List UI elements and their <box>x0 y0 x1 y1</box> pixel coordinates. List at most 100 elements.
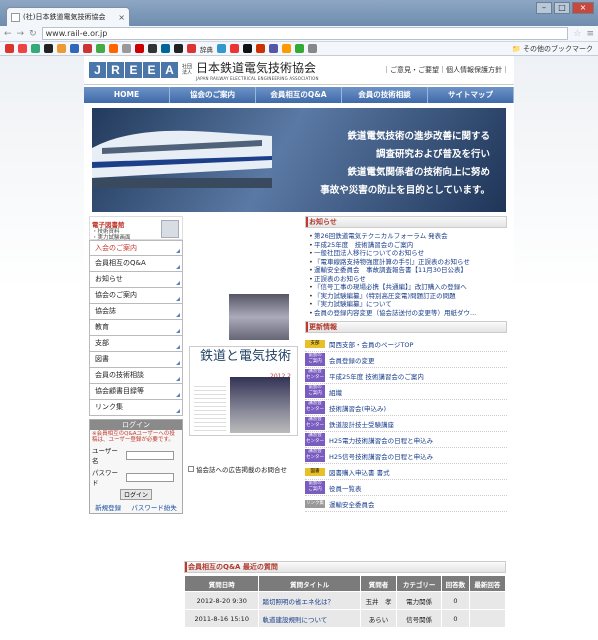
bookmark-icon[interactable] <box>187 44 196 53</box>
news-item[interactable]: 『信号工事の現場必携【共通編】』改訂購入の登録へ <box>309 283 507 292</box>
minimize-button[interactable]: – <box>536 2 552 14</box>
bookmark-icon[interactable] <box>96 44 105 53</box>
update-row[interactable]: 協会の ご案内 組織 <box>305 384 507 400</box>
forgot-password-link[interactable]: パスワード紛失 <box>131 502 177 512</box>
nav-qa[interactable]: 会員相互のQ&A <box>256 87 342 103</box>
site-header: J R E E A 社団 法人 日本鉄道電気技術協会 JAPAN RAILWAY… <box>84 56 514 85</box>
bookmark-icon[interactable] <box>174 44 183 53</box>
bookmark-icon[interactable] <box>256 44 265 53</box>
menu-item[interactable]: 教育 <box>89 320 183 336</box>
header-links[interactable]: ｜ご意見・ご要望｜個人情報保護方針｜ <box>383 65 509 75</box>
category-badge: 講習会 センター <box>305 401 325 414</box>
bookmark-icon[interactable] <box>243 44 252 53</box>
bookmark-icon[interactable] <box>161 44 170 53</box>
address-bar[interactable]: www.rail-e.or.jp <box>41 27 569 40</box>
menu-item[interactable]: 協会顧書目録等 <box>89 384 183 400</box>
update-row[interactable]: 協会の ご案内 役員一覧表 <box>305 480 507 496</box>
news-item[interactable]: 『電車線路支持物強度計算の手引』正誤表のお知らせ <box>309 258 507 267</box>
maximize-button[interactable]: □ <box>554 2 570 14</box>
login-button[interactable]: ログイン <box>119 489 152 500</box>
browser-tab[interactable]: (社)日本鉄道電気技術協会 × <box>6 7 130 26</box>
update-row[interactable]: 講習会 センター 鉄道設計技士受験講座 <box>305 416 507 432</box>
bookmark-icon[interactable] <box>31 44 40 53</box>
bookmark-icon[interactable] <box>122 44 131 53</box>
news-item[interactable]: 『実力試験編纂』(特別高圧変電)問題訂正の問題 <box>309 292 507 301</box>
close-icon[interactable]: × <box>118 13 125 22</box>
reload-icon[interactable]: ↻ <box>29 29 37 39</box>
url-text: www.rail-e.or.jp <box>45 29 108 38</box>
magazine-title: 鉄道と電気技術 <box>200 349 292 364</box>
update-row[interactable]: 講習会 センター 技術講習会(申込み) <box>305 400 507 416</box>
news-item[interactable]: 一般社団法人移行についてのお知らせ <box>309 249 507 258</box>
nav-home[interactable]: HOME <box>84 87 170 103</box>
bookmark-label[interactable]: 辞典 <box>200 44 213 54</box>
update-text: 組織 <box>329 388 342 397</box>
password-input[interactable] <box>126 472 174 482</box>
news-item[interactable]: 『実力試験編纂』について <box>309 300 507 309</box>
menu-item[interactable]: 協会誌 <box>89 304 183 320</box>
news-item[interactable]: 第26回鉄道電気テクニカルフォーラム 発表会 <box>309 232 507 241</box>
ebook-banner[interactable]: 電子図書館 ・技術資料 ・実力試験画面 <box>89 216 183 241</box>
username-label: ユーザー名 <box>92 447 118 465</box>
bookmark-icon[interactable] <box>83 44 92 53</box>
menu-item[interactable]: 協会のご案内 <box>89 288 183 304</box>
news-item[interactable]: 正誤表のお知らせ <box>309 275 507 284</box>
magazine-cover: 鉄道と電気技術 2012 2 <box>189 346 298 436</box>
update-row[interactable]: リンク集 運輸安全委員会 <box>305 496 507 512</box>
site-logo[interactable]: J R E E A <box>89 62 178 78</box>
bookmark-icon[interactable] <box>148 44 157 53</box>
bookmark-icon[interactable] <box>269 44 278 53</box>
bookmark-icon[interactable] <box>282 44 291 53</box>
bookmark-icon[interactable] <box>135 44 144 53</box>
menu-item[interactable]: 会員の技術相談 <box>89 368 183 384</box>
bookmark-star-icon[interactable]: ☆ <box>573 29 581 39</box>
forward-icon[interactable]: → <box>17 29 25 39</box>
logo-letter: R <box>107 62 124 78</box>
bookmark-icon[interactable] <box>44 44 53 53</box>
update-row[interactable]: 支部 関西支部・会員のページTOP <box>305 336 507 352</box>
news-item[interactable]: 会員の登録内容変更（協会誌送付の変更等）用紙ダウ... <box>309 309 507 318</box>
news-item[interactable]: 運輸安全委員会 事故調査報告書【11月30日公表】 <box>309 266 507 275</box>
update-row[interactable]: 協会の ご案内 会員登録の変更 <box>305 352 507 368</box>
magazine-promo[interactable]: 鉄道と電気技術 2012 2 <box>189 286 299 466</box>
menu-item[interactable]: 支部 <box>89 336 183 352</box>
ad-inquiry-link[interactable]: 協会誌への広告掲載のお問合せ <box>188 464 287 474</box>
menu-item[interactable]: 図書 <box>89 352 183 368</box>
back-icon[interactable]: ← <box>4 29 12 39</box>
category-badge: 協会の ご案内 <box>305 385 325 398</box>
magazine-photo <box>229 294 289 340</box>
bookmark-icon[interactable] <box>70 44 79 53</box>
update-row[interactable]: 講習会 センター 平成25年度 技術講習会のご案内 <box>305 368 507 384</box>
menu-item[interactable]: 会員相互のQ&A <box>89 256 183 272</box>
menu-item[interactable]: 入会のご案内 <box>89 240 183 256</box>
bookmark-icon[interactable] <box>5 44 14 53</box>
nav-sitemap[interactable]: サイトマップ <box>428 87 514 103</box>
category-badge: リンク集 <box>305 499 325 508</box>
bookmark-icon[interactable] <box>217 44 226 53</box>
update-row[interactable]: 講習会 センター H25電力技術講習会の日程と申込み <box>305 432 507 448</box>
qa-col-latest: 最新回答 <box>468 575 507 592</box>
menu-icon[interactable]: ≡ <box>586 29 594 39</box>
update-row[interactable]: 講習会 センター H25信号技術講習会の日程と申込み <box>305 448 507 464</box>
register-link[interactable]: 新規登録 <box>95 502 121 512</box>
bookmark-icon[interactable] <box>230 44 239 53</box>
menu-item[interactable]: リンク集 <box>89 400 183 416</box>
news-item[interactable]: 平成25年度 技術講習会のご案内 <box>309 241 507 250</box>
right-column: お知らせ 第26回鉄道電気テクニカルフォーラム 発表会 平成25年度 技術講習会… <box>305 216 507 515</box>
update-row[interactable]: 図書 図書購入申込書 書式 <box>305 464 507 480</box>
bookmark-icon[interactable] <box>57 44 66 53</box>
qa-title-link[interactable]: 軌道建設規則について <box>258 609 361 628</box>
qa-title-link[interactable]: 踏切照明の省エネ化は？ <box>258 591 361 610</box>
bookmark-icon[interactable] <box>109 44 118 53</box>
menu-item[interactable]: お知らせ <box>89 272 183 288</box>
nav-consult[interactable]: 会員の技術相談 <box>342 87 428 103</box>
username-input[interactable] <box>126 450 174 460</box>
bookmark-icon[interactable] <box>18 44 27 53</box>
bookmark-icon[interactable] <box>295 44 304 53</box>
nav-about[interactable]: 協会のご案内 <box>170 87 256 103</box>
qa-latest <box>468 591 507 610</box>
bookmark-folder[interactable]: 📁 その他のブックマーク <box>512 44 593 54</box>
close-window-button[interactable]: × <box>572 2 594 14</box>
login-note: ※会員相互のQ&Aユーザーへの投稿は、ユーザー登録が必要です。 <box>92 431 175 443</box>
bookmark-icon[interactable] <box>308 44 317 53</box>
